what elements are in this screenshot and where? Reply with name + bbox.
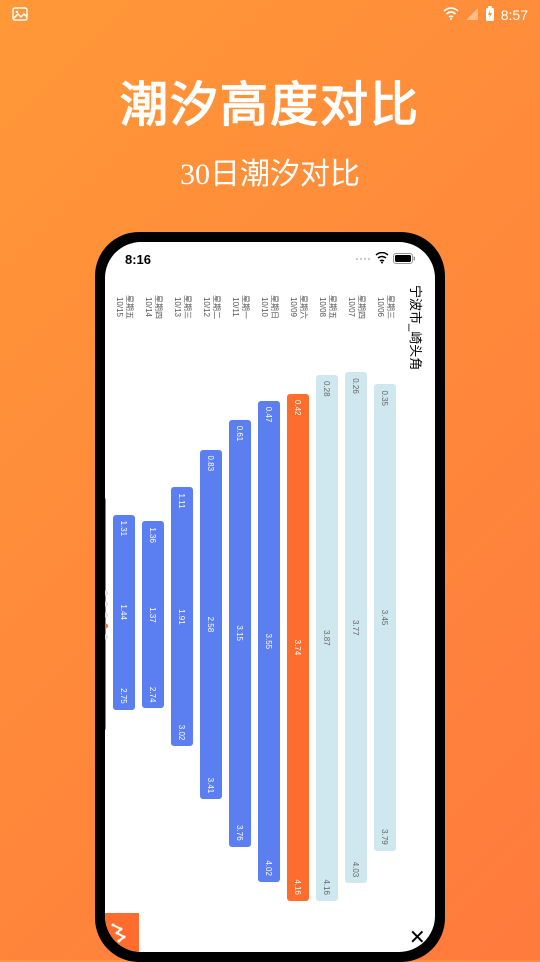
row-date-label: 星期五10/15 xyxy=(115,277,134,337)
pagination-dot[interactable] xyxy=(105,624,108,629)
mid-value: 3.15 xyxy=(236,625,245,641)
chart-row: 星期四10/14 1.36 1.37 2.74 xyxy=(140,277,166,952)
low-value: 0.47 xyxy=(265,407,274,423)
tide-bar: 0.42 3.74 4.16 xyxy=(287,394,309,901)
page-subtitle: 30日潮汐对比 xyxy=(0,149,540,193)
chart-row: 星期日10/10 0.47 3.55 4.02 xyxy=(256,277,282,952)
inner-battery-icon xyxy=(393,252,415,267)
mid-value: 1.91 xyxy=(178,609,187,625)
bar-track: 0.28 3.87 4.16 xyxy=(316,337,338,952)
mid-value: 3.87 xyxy=(323,630,332,646)
low-value: 0.35 xyxy=(381,390,390,406)
wifi-icon xyxy=(443,7,459,24)
bar-track: 0.26 3.77 4.03 xyxy=(345,337,367,952)
high-value: 3.79 xyxy=(381,829,390,845)
row-date-label: 星期一10/11 xyxy=(231,277,250,337)
pagination-dot[interactable] xyxy=(105,635,108,640)
mid-value: 1.44 xyxy=(120,604,129,620)
high-value: 4.16 xyxy=(323,879,332,895)
row-date-label: 星期六10/09 xyxy=(289,277,308,337)
row-date-label: 星期四10/14 xyxy=(144,277,163,337)
inner-signal-icon xyxy=(355,252,371,267)
bar-track: 1.36 1.37 2.74 xyxy=(142,337,164,952)
row-date-label: 星期三10/13 xyxy=(173,277,192,337)
tide-bar: 0.83 2.58 3.41 xyxy=(200,450,222,800)
mid-value: 3.45 xyxy=(381,610,390,626)
inner-time: 8:16 xyxy=(125,252,151,267)
bar-track: 0.61 3.15 3.76 xyxy=(229,337,251,952)
hero-section: 潮汐高度对比 30日潮汐对比 xyxy=(0,30,540,193)
phone-screen: 8:16 宁波市_崎头角 ✕ 星期三10/06 0.35 3.45 3.79 xyxy=(105,242,435,952)
row-date-label: 星期五10/08 xyxy=(318,277,337,337)
low-value: 1.11 xyxy=(178,493,187,508)
row-date-label: 星期三10/06 xyxy=(376,277,395,337)
chart-row: 星期二10/12 0.83 2.58 3.41 xyxy=(198,277,224,952)
low-value: 0.42 xyxy=(294,400,303,416)
bar-track: 0.35 3.45 3.79 xyxy=(374,337,396,952)
outer-status-bar: 8:57 xyxy=(0,0,540,30)
tide-bar: 0.28 3.87 4.16 xyxy=(316,375,338,901)
bar-track: 0.47 3.55 4.02 xyxy=(258,337,280,952)
chart-rotated-container: 宁波市_崎头角 ✕ 星期三10/060.353.453.79星期四10/070.… xyxy=(105,450,435,780)
pagination-dots[interactable] xyxy=(105,591,108,640)
chart-row: 星期三10/13 1.11 1.91 3.02 xyxy=(169,277,195,952)
bar-track: 1.11 1.91 3.02 xyxy=(171,337,193,952)
chart-row: 星期五10/15 1.31 1.44 2.75 xyxy=(111,277,137,952)
high-value: 2.74 xyxy=(149,687,158,703)
chart-header: 宁波市_崎头角 ✕ xyxy=(398,277,429,952)
row-date-label: 星期二10/12 xyxy=(202,277,221,337)
battery-icon xyxy=(485,6,495,25)
signal-icon xyxy=(465,7,479,24)
inner-status-bar: 8:16 xyxy=(105,242,435,276)
bar-track: 0.83 2.58 3.41 xyxy=(200,337,222,952)
low-value: 1.36 xyxy=(149,527,158,543)
low-value: 0.26 xyxy=(352,378,361,394)
bar-track: 0.42 3.74 4.16 xyxy=(287,337,309,952)
location-label: 宁波市_崎头角 xyxy=(407,285,426,370)
phone-mockup: 8:16 宁波市_崎头角 ✕ 星期三10/06 0.35 3.45 3.79 xyxy=(95,232,445,962)
chart-row: 星期五10/08 0.28 3.87 4.16 xyxy=(314,277,340,952)
bar-track: 1.181.732.91 xyxy=(105,337,106,952)
high-value: 3.02 xyxy=(178,725,187,741)
row-date-label: 星期日10/10 xyxy=(260,277,279,337)
chart-toggle-button[interactable] xyxy=(105,913,139,952)
high-value: 4.16 xyxy=(294,879,303,895)
high-value: 3.41 xyxy=(207,778,216,794)
mid-value: 3.74 xyxy=(294,640,303,656)
chart-row: 星期四10/07 0.26 3.77 4.03 xyxy=(343,277,369,952)
chart-row: 星期三10/06 0.35 3.45 3.79 xyxy=(372,277,398,952)
mid-value: 3.77 xyxy=(352,620,361,636)
tide-bar: 1.31 1.44 2.75 xyxy=(113,515,135,710)
pagination-dot[interactable] xyxy=(105,591,108,596)
row-date-label: 星期四10/07 xyxy=(347,277,366,337)
tide-bar: 0.26 3.77 4.03 xyxy=(345,372,367,883)
mid-value: 2.58 xyxy=(207,617,216,633)
outer-time: 8:57 xyxy=(501,7,528,23)
bar-track: 1.31 1.44 2.75 xyxy=(113,337,135,952)
high-value: 4.03 xyxy=(352,862,361,878)
tide-bar: 0.47 3.55 4.02 xyxy=(258,401,280,882)
tide-bar: 0.61 3.15 3.76 xyxy=(229,420,251,847)
pagination-dot[interactable] xyxy=(105,602,108,607)
gallery-icon xyxy=(12,6,28,25)
tide-bar: 1.11 1.91 3.02 xyxy=(171,487,193,746)
low-value: 1.31 xyxy=(120,521,129,537)
chart-rows: 星期三10/06 0.35 3.45 3.79 星期四10/07 0.26 3.77 4.03… xyxy=(105,277,398,952)
mid-value: 1.37 xyxy=(149,607,158,623)
tide-bar: 0.35 3.45 3.79 xyxy=(374,384,396,850)
mid-value: 3.55 xyxy=(265,634,274,650)
high-value: 2.75 xyxy=(120,688,129,704)
chart-row: 星期六10/09 0.42 3.74 4.16 xyxy=(285,277,311,952)
chart-row: 星期一10/11 0.61 3.15 3.76 xyxy=(227,277,253,952)
close-icon[interactable]: ✕ xyxy=(404,928,429,945)
low-value: 0.28 xyxy=(323,381,332,397)
pagination-dot[interactable] xyxy=(105,613,108,618)
high-value: 4.02 xyxy=(265,860,274,876)
low-value: 0.61 xyxy=(236,426,245,442)
page-title: 潮汐高度对比 xyxy=(0,65,540,135)
low-value: 0.83 xyxy=(207,456,216,472)
high-value: 3.76 xyxy=(236,825,245,841)
tide-bar: 1.36 1.37 2.74 xyxy=(142,521,164,708)
inner-wifi-icon xyxy=(375,252,389,267)
